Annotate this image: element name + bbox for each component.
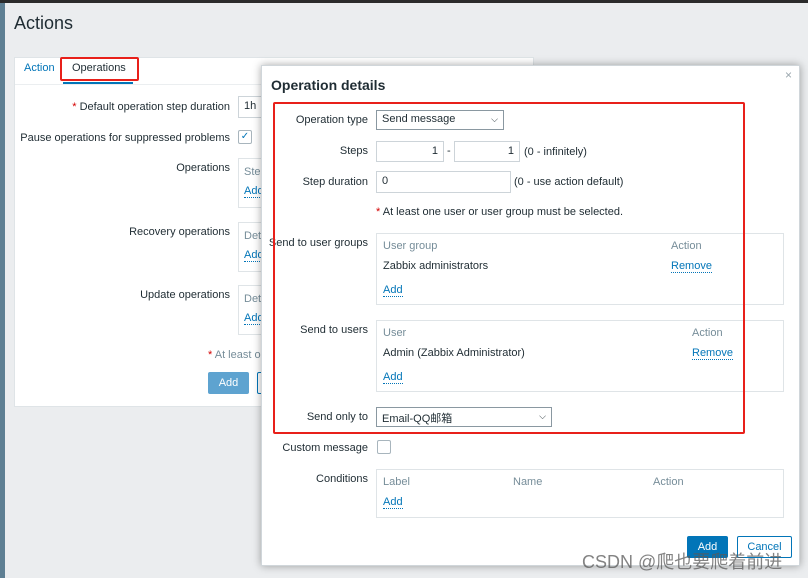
operation-details-dialog: Operation details × Operation type Send … xyxy=(261,65,800,566)
pause-checkbox[interactable]: ✓ xyxy=(238,130,252,144)
col-label: Label xyxy=(383,476,410,488)
active-tab-indicator xyxy=(63,82,133,84)
highlight-box-tab xyxy=(60,57,139,81)
col-name: Name xyxy=(513,476,543,488)
highlight-box-dialog xyxy=(273,102,745,434)
page-title: Actions xyxy=(14,13,74,33)
update-label: Update operations xyxy=(140,289,230,301)
pause-label: Pause operations for suppressed problems xyxy=(20,132,230,144)
custom-message-label: Custom message xyxy=(282,442,368,454)
operations-label: Operations xyxy=(176,162,230,174)
col-action: Action xyxy=(653,476,684,488)
add-condition-link[interactable]: Add xyxy=(383,496,403,509)
close-icon[interactable]: × xyxy=(785,68,792,82)
sidebar-strip xyxy=(0,3,5,578)
custom-message-checkbox[interactable] xyxy=(377,440,391,454)
top-bar xyxy=(0,0,808,3)
form-add-button[interactable]: Add xyxy=(208,372,249,394)
default-step-label: * Default operation step duration xyxy=(72,101,230,113)
conditions-table: Label Name Action Add xyxy=(376,469,784,518)
watermark: CSDN @爬也要爬着前进 xyxy=(582,552,783,572)
at-least-warning: * At least o xyxy=(208,349,261,361)
operations-col-header: Ste xyxy=(244,166,261,178)
dialog-title: Operation details xyxy=(271,77,386,93)
tab-action[interactable]: Action xyxy=(24,62,55,74)
conditions-label: Conditions xyxy=(316,473,368,485)
recovery-label: Recovery operations xyxy=(129,226,230,238)
recovery-col-header: Det xyxy=(244,230,262,242)
update-col-header: Det xyxy=(244,293,262,305)
